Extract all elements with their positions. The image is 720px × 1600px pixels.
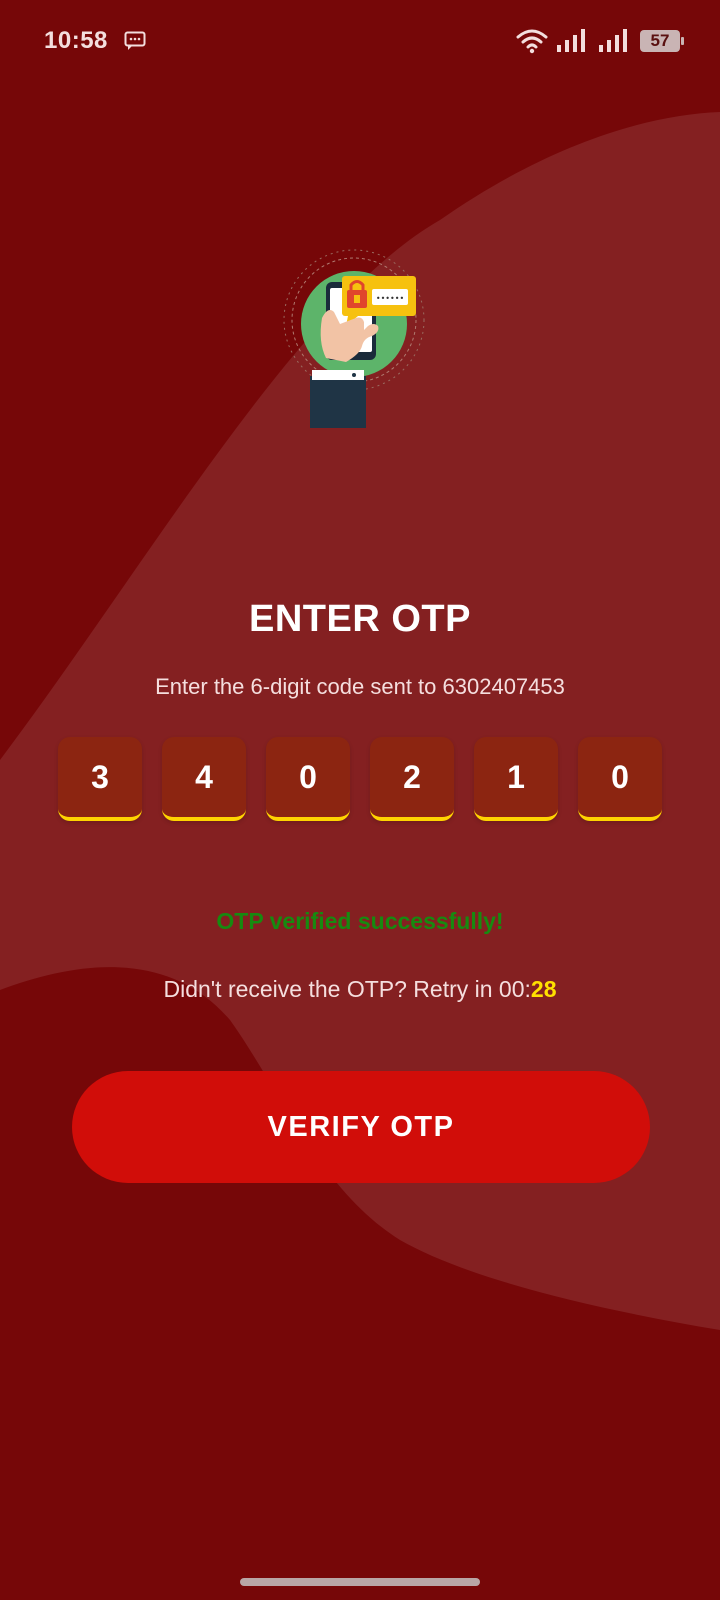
otp-digit-2[interactable]: 4: [162, 737, 246, 821]
page-title: ENTER OTP: [249, 598, 471, 640]
signal-icon: [599, 29, 627, 52]
retry-timer-text: Didn't receive the OTP? Retry in 00:28: [0, 976, 720, 1003]
retry-countdown: 28: [530, 976, 557, 1002]
verify-otp-button[interactable]: VERIFY OTP: [72, 1071, 650, 1183]
otp-input-group: 3 4 0 2 1 0: [58, 737, 662, 821]
otp-screen: 10:58 57 •••••• ENTER OTP Enter the 6-di…: [0, 0, 720, 1600]
status-bar: 10:58 57: [0, 0, 720, 84]
message-icon: [124, 31, 146, 50]
signal-icon: [557, 29, 585, 52]
wifi-icon: [516, 29, 548, 54]
retry-prefix: Didn't receive the OTP? Retry in 00:: [163, 976, 531, 1002]
battery-icon: 57: [640, 30, 684, 52]
otp-digit-6[interactable]: 0: [578, 737, 662, 821]
otp-digit-3[interactable]: 0: [266, 737, 350, 821]
otp-success-message: OTP verified successfully!: [216, 908, 504, 934]
status-icons: 57: [516, 27, 684, 55]
phone-otp-lock-illustration: ••••••: [283, 249, 425, 428]
battery-level: 57: [650, 31, 670, 50]
svg-text:••••••: ••••••: [376, 294, 404, 303]
status-time: 10:58: [44, 27, 108, 54]
otp-digit-5[interactable]: 1: [474, 737, 558, 821]
otp-instructions: Enter the 6-digit code sent to 630240745…: [155, 674, 565, 699]
home-indicator[interactable]: [240, 1578, 480, 1586]
otp-digit-4[interactable]: 2: [370, 737, 454, 821]
otp-digit-1[interactable]: 3: [58, 737, 142, 821]
